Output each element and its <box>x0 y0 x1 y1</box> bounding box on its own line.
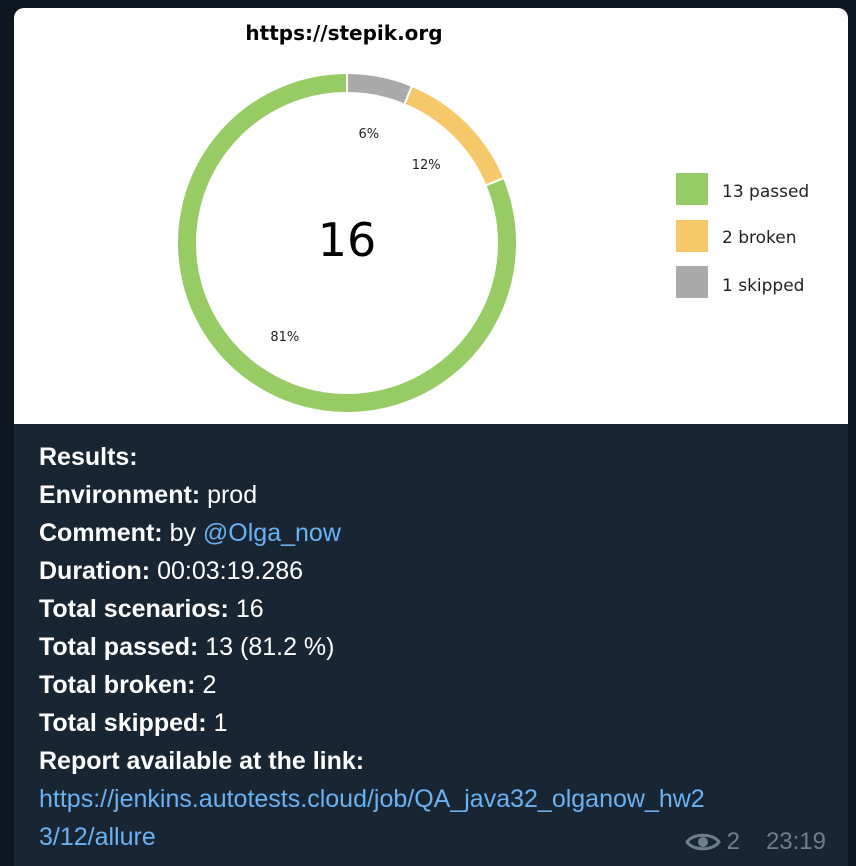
message-text: Results: Environment: prod Comment: by @… <box>39 438 839 856</box>
total-skipped-line: Total skipped: 1 <box>39 704 839 742</box>
total-broken-line: Total broken: 2 <box>39 666 839 704</box>
total-scenarios-line: Total scenarios: 16 <box>39 590 839 628</box>
report-link-continuation[interactable]: 3/12/allure <box>39 823 156 851</box>
total-passed-label: Total passed: <box>39 633 199 661</box>
duration-value: 00:03:19.286 <box>157 557 304 585</box>
legend-label-skipped: 1 skipped <box>722 276 804 296</box>
results-heading: Results: <box>39 438 839 476</box>
total-scenarios-label: Total scenarios: <box>39 595 229 623</box>
environment-line: Environment: prod <box>39 476 839 514</box>
total-broken-label: Total broken: <box>39 671 196 699</box>
report-label-line: Report available at the link: <box>39 742 839 780</box>
legend-label-passed: 13 passed <box>722 182 809 202</box>
report-chart-image[interactable]: https://stepik.org 6% 12% 81% 16 13 passed… <box>14 8 848 424</box>
duration-line: Duration: 00:03:19.286 <box>39 552 839 590</box>
duration-label: Duration: <box>39 557 151 585</box>
message-bubble: https://stepik.org 6% 12% 81% 16 13 passed… <box>14 8 848 866</box>
chart-center-total: 16 <box>318 213 377 267</box>
comment-line: Comment: by @Olga_now <box>39 514 839 552</box>
comment-label: Comment: <box>39 519 163 547</box>
legend-label-broken: 2 broken <box>722 228 797 248</box>
donut-pct-label-broken: 12% <box>412 158 441 173</box>
eye-icon <box>684 833 721 851</box>
comment-prefix: by <box>169 519 196 547</box>
chart-title: https://stepik.org <box>245 21 442 45</box>
donut-pct-label-passed: 81% <box>270 330 299 345</box>
legend-swatch-broken <box>676 220 708 252</box>
chart-legend: 13 passed 2 broken 1 skipped <box>676 173 809 298</box>
report-label: Report available at the link: <box>39 747 365 775</box>
comment-mention-link[interactable]: @Olga_now <box>203 519 341 547</box>
environment-value: prod <box>207 481 258 509</box>
environment-label: Environment: <box>39 481 201 509</box>
total-scenarios-value: 16 <box>235 595 264 623</box>
total-passed-line: Total passed: 13 (81.2 %) <box>39 628 839 666</box>
legend-swatch-skipped <box>676 266 708 298</box>
results-label: Results: <box>39 443 138 471</box>
donut-chart: https://stepik.org 6% 12% 81% 16 13 passed… <box>176 21 809 414</box>
total-broken-value: 2 <box>202 671 217 699</box>
total-skipped-label: Total skipped: <box>39 709 207 737</box>
report-link-line-1: https://jenkins.autotests.cloud/job/QA_j… <box>39 780 839 818</box>
report-link[interactable]: https://jenkins.autotests.cloud/job/QA_j… <box>39 785 705 813</box>
message-time: 23:19 <box>765 828 826 855</box>
total-passed-value: 13 (81.2 %) <box>205 633 335 661</box>
total-skipped-value: 1 <box>213 709 228 737</box>
donut-slice-skipped <box>346 71 414 106</box>
views-count: 2 <box>726 828 740 855</box>
legend-swatch-passed <box>676 173 708 205</box>
donut-pct-label-skipped: 6% <box>359 127 380 142</box>
message-meta: 2 23:19 <box>684 828 826 856</box>
